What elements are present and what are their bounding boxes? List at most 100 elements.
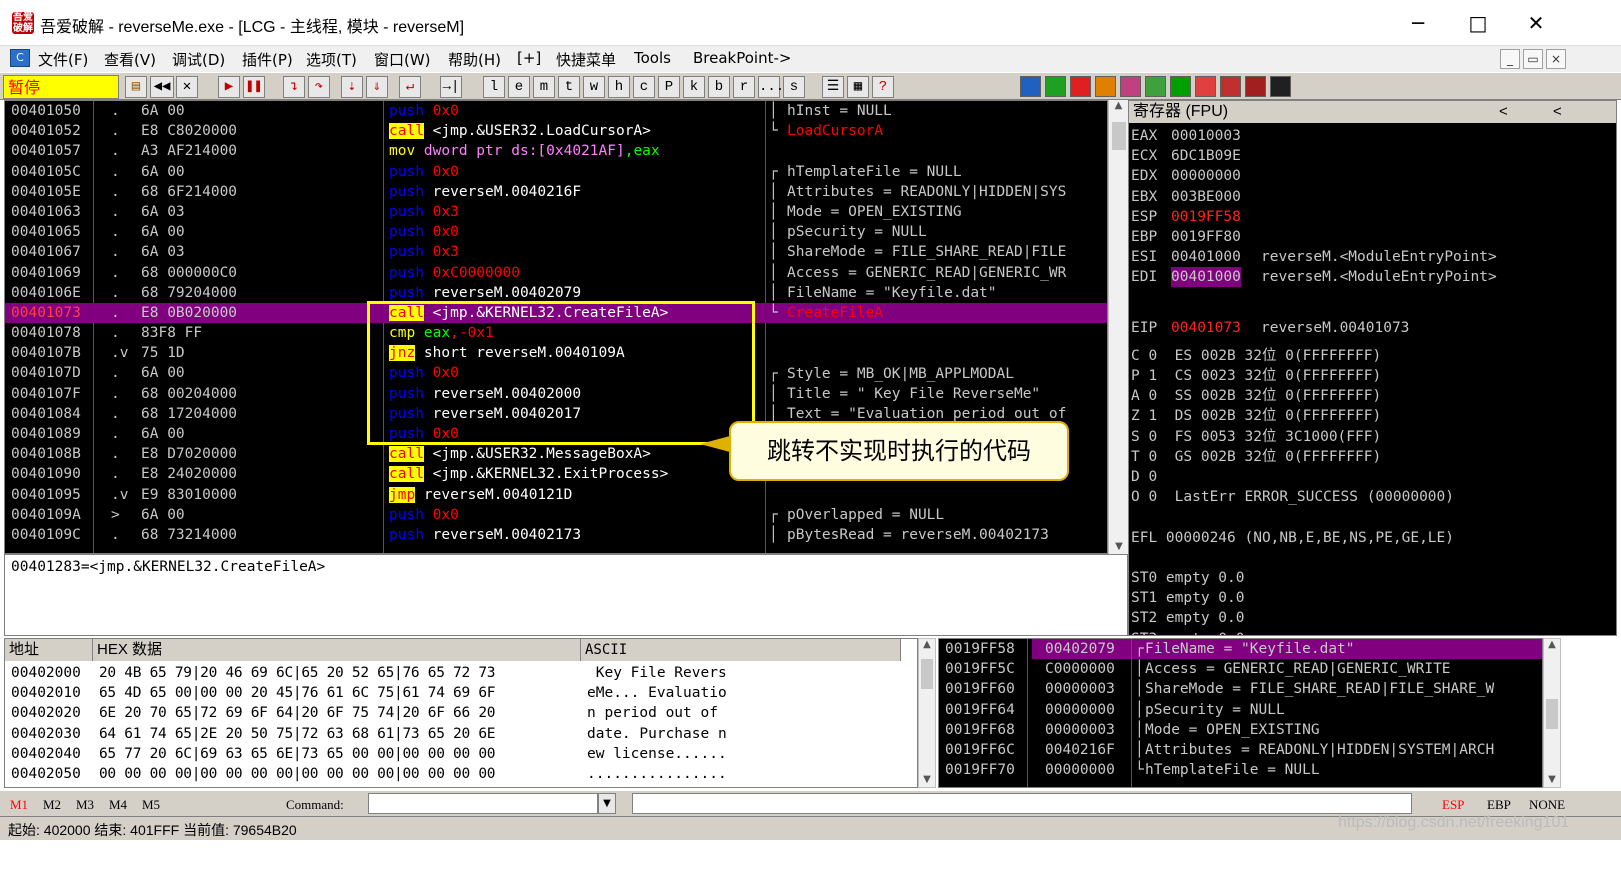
grid-icon[interactable]: ▦ bbox=[847, 76, 869, 98]
dump-row[interactable]: 00402000 20 4B 65 79|20 46 69 6C|65 20 52… bbox=[7, 663, 901, 683]
register-row[interactable] bbox=[1131, 288, 1616, 308]
mark-button-2[interactable]: M2 bbox=[43, 797, 61, 813]
toolbar-letter-0[interactable]: l bbox=[483, 76, 505, 98]
toolbar-color-icon-5[interactable] bbox=[1145, 76, 1166, 97]
toolbar-letter-2[interactable]: m bbox=[533, 76, 555, 98]
collapse-left-icon[interactable]: < bbox=[1499, 101, 1508, 123]
dump-header-hex[interactable]: HEX 数据 bbox=[93, 639, 581, 661]
step-over-icon[interactable]: ↷ bbox=[308, 76, 330, 98]
menu-item-10[interactable]: BreakPoint-> bbox=[693, 49, 791, 67]
flag-row[interactable]: ST0 empty 0.0 bbox=[1131, 568, 1616, 588]
stack-row[interactable]: 0019FF60 00000003 │ ShareMode = FILE_SHARE_… bbox=[939, 679, 1542, 699]
register-value[interactable]: 0019FF80 bbox=[1171, 227, 1241, 247]
register-value[interactable]: 00010003 bbox=[1171, 126, 1241, 146]
stack-row[interactable]: 0019FF6C 0040216F │ Attributes = READONLY|H… bbox=[939, 740, 1542, 760]
mark-button-1[interactable]: M1 bbox=[10, 797, 28, 813]
flag-row[interactable]: S 0 FS 0053 32位 3C1000(FFF) bbox=[1131, 427, 1616, 447]
collapse-right-icon[interactable]: < bbox=[1553, 101, 1562, 123]
toolbar-letter-1[interactable]: e bbox=[508, 76, 530, 98]
dump-row[interactable]: 00402020 6E 20 70 65|72 69 6F 64|20 6F 75… bbox=[7, 703, 901, 723]
register-row[interactable]: EBP 0019FF80 bbox=[1131, 227, 1616, 247]
register-row[interactable]: ESI 00401000 reverseM.<ModuleEntryPoint> bbox=[1131, 247, 1616, 267]
dump-row[interactable]: 00402030 64 61 74 65|2E 20 50 75|72 63 68… bbox=[7, 724, 901, 744]
flag-row[interactable]: O 0 LastErr ERROR_SUCCESS (00000000) bbox=[1131, 487, 1616, 507]
toolbar-letter-4[interactable]: w bbox=[583, 76, 605, 98]
flag-row[interactable] bbox=[1131, 548, 1616, 568]
register-row[interactable]: ESP 0019FF58 bbox=[1131, 207, 1616, 227]
mdi-button-0[interactable]: _ bbox=[1500, 49, 1520, 69]
stack-row[interactable]: 0019FF58 00402079 ┌ FileName = "Keyfile.dat… bbox=[939, 639, 1542, 659]
toolbar-letter-7[interactable]: P bbox=[658, 76, 680, 98]
dump-header-address[interactable]: 地址 bbox=[5, 639, 93, 661]
toolbar-color-icon-0[interactable] bbox=[1020, 76, 1041, 97]
stack-row[interactable]: 0019FF5C C0000000 │ Access = GENERIC_READ|G… bbox=[939, 659, 1542, 679]
toolbar-color-icon-7[interactable] bbox=[1195, 76, 1216, 97]
dump-row[interactable]: 00402040 65 77 20 6C|69 63 65 6E|73 65 00… bbox=[7, 744, 901, 764]
toolbar-letter-3[interactable]: t bbox=[558, 76, 580, 98]
dump-scrollbar[interactable]: ▲ ▼ bbox=[918, 638, 936, 788]
stack-row[interactable]: 0019FF70 00000000 └ hTemplateFile = NULL bbox=[939, 760, 1542, 780]
flag-row[interactable]: ST2 empty 0.0 bbox=[1131, 608, 1616, 628]
menu-item-5[interactable]: 窗口(W) bbox=[374, 49, 431, 70]
reg-button-esp[interactable]: ESP bbox=[1442, 797, 1464, 813]
toolbar-letter-5[interactable]: h bbox=[608, 76, 630, 98]
minimize-button[interactable]: ─ bbox=[1403, 10, 1433, 36]
flag-row[interactable] bbox=[1131, 507, 1616, 527]
register-value[interactable]: 00401000 bbox=[1171, 267, 1241, 288]
toolbar-letter-6[interactable]: c bbox=[633, 76, 655, 98]
menu-item-7[interactable]: [+] bbox=[517, 49, 541, 67]
toolbar-color-icon-8[interactable] bbox=[1220, 76, 1241, 97]
mark-button-5[interactable]: M5 bbox=[142, 797, 160, 813]
toolbar-letter-8[interactable]: k bbox=[683, 76, 705, 98]
list-icon[interactable]: ☰ bbox=[822, 76, 844, 98]
mark-button-4[interactable]: M4 bbox=[109, 797, 127, 813]
flag-row[interactable]: D 0 bbox=[1131, 467, 1616, 487]
mark-button-3[interactable]: M3 bbox=[76, 797, 94, 813]
toolbar-color-icon-4[interactable] bbox=[1120, 76, 1141, 97]
restart-icon[interactable]: ◀◀ bbox=[150, 76, 174, 98]
toolbar-letter-11[interactable]: ... bbox=[758, 76, 784, 98]
toolbar-color-icon-9[interactable] bbox=[1245, 76, 1266, 97]
stack-scrollbar[interactable]: ▲ ▼ bbox=[1543, 638, 1561, 788]
close-button[interactable]: ✕ bbox=[1521, 10, 1551, 36]
menu-item-1[interactable]: 查看(V) bbox=[104, 49, 156, 70]
stack-row[interactable]: 0019FF68 00000003 │ Mode = OPEN_EXISTING bbox=[939, 720, 1542, 740]
toolbar-letter-10[interactable]: r bbox=[733, 76, 755, 98]
maximize-button[interactable]: □ bbox=[1463, 10, 1493, 36]
flag-row[interactable]: A 0 SS 002B 32位 0(FFFFFFFF) bbox=[1131, 386, 1616, 406]
dump-header-ascii[interactable]: ASCII bbox=[581, 639, 901, 661]
flag-row[interactable]: P 1 CS 0023 32位 0(FFFFFFFF) bbox=[1131, 366, 1616, 386]
toolbar-color-icon-3[interactable] bbox=[1095, 76, 1116, 97]
open-icon[interactable]: ▤ bbox=[125, 76, 147, 98]
pause-icon[interactable]: ❚❚ bbox=[243, 76, 265, 98]
register-value[interactable]: 0019FF58 bbox=[1171, 207, 1241, 227]
register-value[interactable]: 00401073 bbox=[1171, 318, 1241, 338]
toolbar-color-icon-2[interactable] bbox=[1070, 76, 1091, 97]
register-row[interactable]: ECX 6DC1B09E bbox=[1131, 146, 1616, 166]
menu-item-2[interactable]: 调试(D) bbox=[172, 49, 225, 70]
flag-row[interactable]: ST3 empty 0.0 bbox=[1131, 629, 1616, 636]
run-icon[interactable]: ▶ bbox=[218, 76, 240, 98]
menu-item-3[interactable]: 插件(P) bbox=[242, 49, 293, 70]
register-value[interactable]: 6DC1B09E bbox=[1171, 146, 1241, 166]
register-value[interactable]: 00000000 bbox=[1171, 166, 1241, 186]
trace-over-icon[interactable]: ⇓ bbox=[366, 76, 388, 98]
register-row[interactable]: EAX 00010003 bbox=[1131, 126, 1616, 146]
register-row[interactable]: EBX 003BE000 bbox=[1131, 187, 1616, 207]
flag-row[interactable]: EFL 00000246 (NO,NB,E,BE,NS,PE,GE,LE) bbox=[1131, 528, 1616, 548]
execute-till-return-icon[interactable]: ↵ bbox=[399, 76, 421, 98]
register-value[interactable]: 003BE000 bbox=[1171, 187, 1241, 207]
disasm-row[interactable]: 00401095 .v E9 83010000 jmp reverseM.004012… bbox=[5, 485, 1107, 505]
command-input[interactable] bbox=[368, 793, 598, 814]
flag-row[interactable]: ST1 empty 0.0 bbox=[1131, 588, 1616, 608]
toolbar-color-icon-1[interactable] bbox=[1045, 76, 1066, 97]
dump-row[interactable]: 00402050 00 00 00 00|00 00 00 00|00 00 00… bbox=[7, 764, 901, 784]
menu-item-6[interactable]: 帮助(H) bbox=[448, 49, 501, 70]
toolbar-color-icon-10[interactable] bbox=[1270, 76, 1291, 97]
dump-row[interactable]: 00402010 65 4D 65 00|00 00 20 45|76 61 6C… bbox=[7, 683, 901, 703]
reg-button-none[interactable]: NONE bbox=[1529, 797, 1565, 813]
step-into-icon[interactable]: ↴ bbox=[283, 76, 305, 98]
stack-row[interactable]: 0019FF64 00000000 │ pSecurity = NULL bbox=[939, 700, 1542, 720]
toolbar-letter-12[interactable]: s bbox=[783, 76, 805, 98]
register-row[interactable]: EDX 00000000 bbox=[1131, 166, 1616, 186]
